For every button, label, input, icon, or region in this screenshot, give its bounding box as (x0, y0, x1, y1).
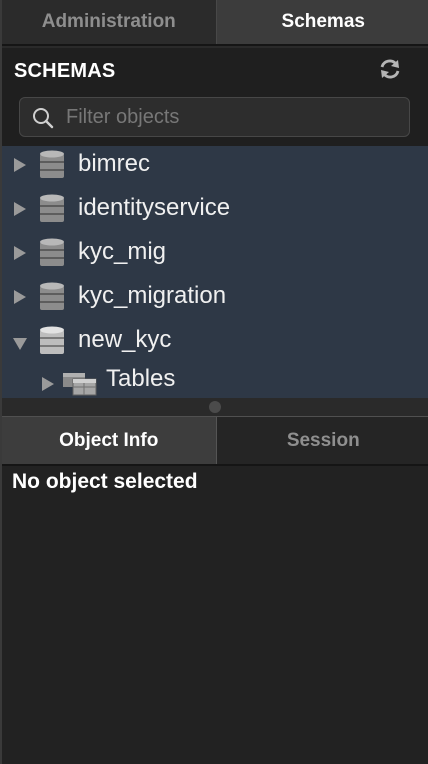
schema-row-bimrec[interactable]: bimrec (2, 146, 428, 190)
schema-label: new_kyc (78, 326, 172, 353)
schema-row-identityservice[interactable]: identityservice (2, 190, 428, 234)
tree-item-tables[interactable]: Tables (2, 365, 428, 398)
object-info-panel: No object selected (2, 466, 428, 764)
filter-input[interactable]: Filter objects (19, 97, 410, 137)
schemas-title: SCHEMAS (14, 60, 116, 82)
tab-session[interactable]: Session (216, 417, 428, 464)
tab-object-info[interactable]: Object Info (2, 417, 217, 464)
database-icon (40, 194, 64, 222)
database-icon (40, 282, 64, 310)
filter-placeholder: Filter objects (66, 106, 180, 128)
sidebar-panel: Administration Schemas SCHEMAS Filter ob… (0, 0, 428, 764)
schema-row-kyc-migration[interactable]: kyc_migration (2, 278, 428, 322)
schema-label: kyc_migration (78, 282, 227, 309)
disclosure-right-icon[interactable] (14, 246, 26, 260)
database-icon (40, 238, 64, 266)
schema-label: identityservice (78, 194, 231, 221)
top-tab-bar: Administration Schemas (2, 0, 428, 46)
disclosure-right-icon[interactable] (14, 202, 26, 216)
splitter-handle-icon[interactable] (209, 401, 221, 413)
tab-schemas[interactable]: Schemas (216, 0, 428, 44)
schema-label: bimrec (78, 150, 151, 177)
schema-row-kyc-mig[interactable]: kyc_mig (2, 234, 428, 278)
disclosure-down-icon[interactable] (13, 338, 27, 350)
database-icon (40, 326, 64, 354)
bottom-tab-bar: Object Info Session (2, 416, 428, 466)
tab-administration[interactable]: Administration (2, 0, 217, 44)
schema-tree: bimrec identityservice kyc_mig kyc_migra… (2, 146, 428, 398)
tables-icon (63, 373, 97, 396)
tree-item-label: Tables (106, 365, 176, 392)
schema-row-new-kyc[interactable]: new_kyc (2, 322, 428, 366)
refresh-icon[interactable] (378, 57, 402, 81)
schema-label: kyc_mig (78, 238, 167, 265)
database-icon (40, 150, 64, 178)
no-object-message: No object selected (12, 470, 198, 493)
disclosure-right-icon[interactable] (42, 377, 54, 391)
disclosure-right-icon[interactable] (14, 158, 26, 172)
search-icon (33, 108, 54, 129)
disclosure-right-icon[interactable] (14, 290, 26, 304)
schemas-header: SCHEMAS (2, 48, 428, 94)
